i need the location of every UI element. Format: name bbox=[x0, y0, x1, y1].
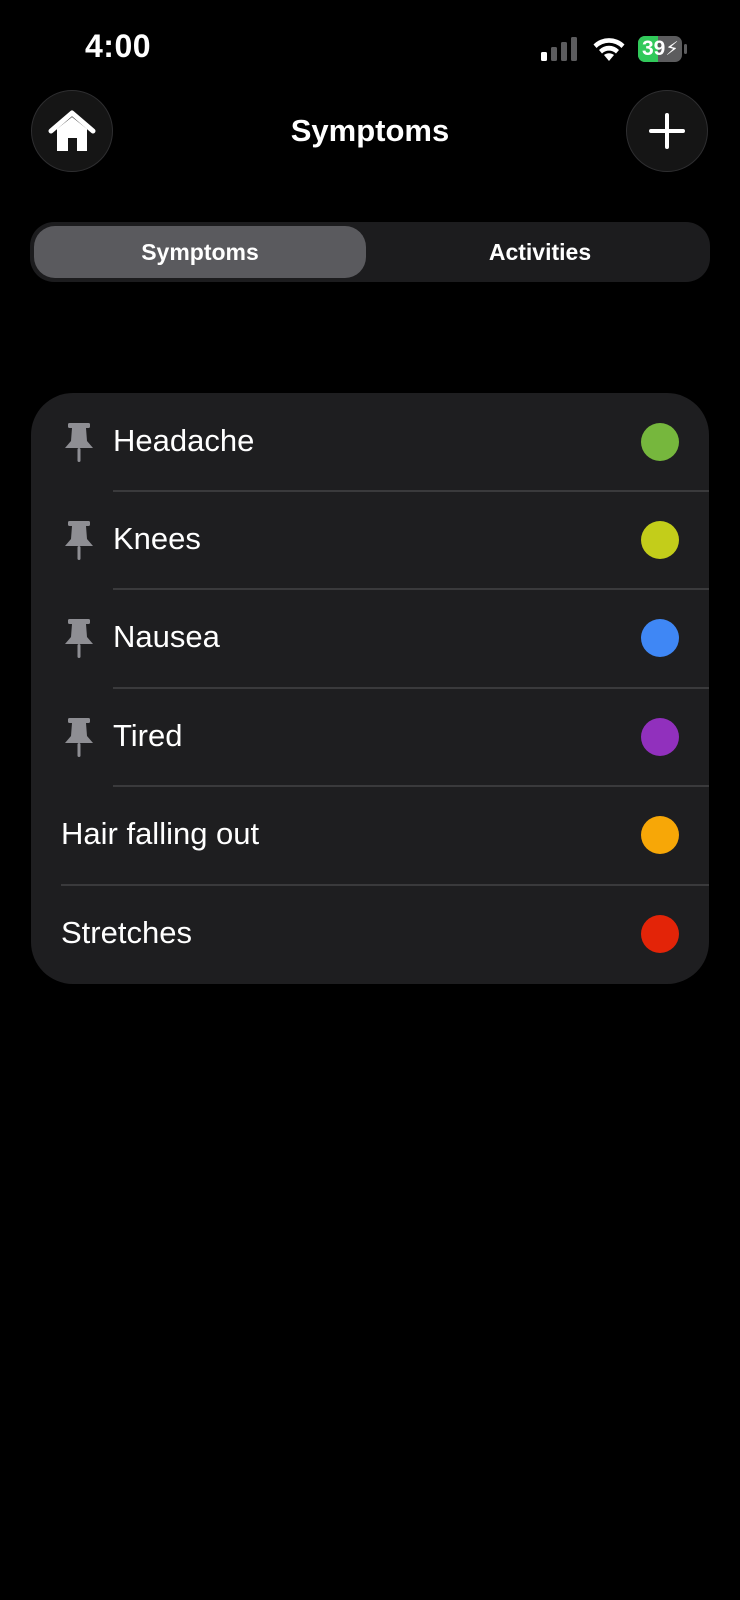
symptom-label: Nausea bbox=[113, 619, 220, 654]
symptom-color-dot[interactable] bbox=[641, 619, 679, 657]
wifi-icon bbox=[593, 38, 625, 61]
add-symptom-button[interactable] bbox=[626, 90, 708, 172]
status-time: 4:00 bbox=[85, 28, 152, 64]
symptom-label: Knees bbox=[113, 521, 201, 556]
charging-bolt-icon: ⚡ bbox=[665, 39, 679, 60]
symptom-label: Tired bbox=[113, 718, 183, 753]
status-bar: 4:00 39⚡ bbox=[0, 0, 740, 90]
symptom-label: Headache bbox=[113, 423, 255, 458]
battery-level: 39⚡ bbox=[642, 37, 679, 60]
tab-activities[interactable]: Activities bbox=[374, 226, 706, 278]
tab-symptoms[interactable]: Symptoms bbox=[34, 226, 366, 278]
pushpin-icon bbox=[65, 619, 93, 658]
list-item[interactable]: Nausea bbox=[31, 589, 709, 687]
pushpin-icon bbox=[65, 521, 93, 560]
symptom-color-dot[interactable] bbox=[641, 915, 679, 953]
list-item[interactable]: Knees bbox=[31, 491, 709, 589]
symptom-color-dot[interactable] bbox=[641, 718, 679, 756]
plus-icon bbox=[649, 113, 685, 149]
list-item[interactable]: Tired bbox=[31, 688, 709, 786]
symptom-color-dot[interactable] bbox=[641, 816, 679, 854]
symptom-list: Headache Knees Nausea Tired Hair falling… bbox=[31, 393, 709, 984]
segmented-control: Symptoms Activities bbox=[30, 222, 710, 282]
symptom-label: Stretches bbox=[61, 915, 192, 950]
pushpin-icon bbox=[65, 423, 93, 462]
list-item[interactable]: Hair falling out bbox=[31, 786, 709, 884]
symptom-label: Hair falling out bbox=[61, 816, 260, 851]
symptom-color-dot[interactable] bbox=[641, 423, 679, 461]
pushpin-icon bbox=[65, 718, 93, 757]
cellular-signal-icon bbox=[541, 37, 577, 61]
symptom-color-dot[interactable] bbox=[641, 521, 679, 559]
list-item[interactable]: Headache bbox=[31, 393, 709, 491]
list-item[interactable]: Stretches bbox=[31, 885, 709, 983]
